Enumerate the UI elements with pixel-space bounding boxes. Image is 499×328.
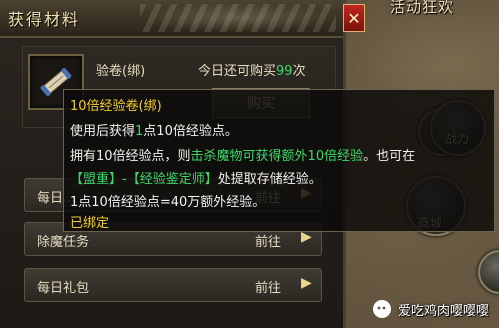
purchase-limit-prefix: 今日还可购买: [198, 64, 277, 79]
close-button[interactable]: ✕: [343, 4, 365, 32]
tooltip-line: 1点10倍经验点=40万额外经验。: [70, 195, 266, 210]
tooltip-title: 10倍经验卷(绑): [70, 99, 162, 114]
item-tooltip: 10倍经验卷(绑) 使用后获得1点10倍经验点。 拥有10倍经验点，则击杀魔物可…: [63, 89, 495, 232]
tooltip-text: 处提取存储经验。: [217, 172, 322, 187]
wechat-icon: [373, 300, 391, 318]
list-item-label: 每日礼包: [37, 281, 90, 296]
misc-icon[interactable]: [478, 250, 499, 294]
tooltip-text: 。也可在: [363, 149, 416, 164]
tooltip-line: 【盟重】-【经验鉴定师】处提取存储经验。: [70, 168, 322, 187]
title-bar: 获得材料: [0, 0, 343, 38]
watermark: 爱吃鸡肉嘤嘤嘤: [372, 299, 489, 319]
event-carnival-label[interactable]: 活动狂欢: [390, 0, 454, 17]
goto-button[interactable]: 前往: [255, 277, 281, 296]
bound-status: 已绑定: [70, 216, 110, 231]
item-name: 验卷(绑): [96, 64, 146, 79]
arrow-right-icon: ▶: [301, 275, 312, 291]
tooltip-text: 点10倍经验点。: [143, 124, 238, 139]
list-item-label: 除魔任务: [37, 235, 90, 250]
panel-title: 获得材料: [8, 10, 81, 29]
tooltip-highlight: 击杀魔物可获得额外10倍经验: [190, 149, 364, 164]
tooltip-line: 使用后获得1点10倍经验点。: [70, 120, 238, 139]
list-item[interactable]: 每日礼包 前往 ▶: [24, 268, 322, 302]
purchase-limit-suffix: 次: [292, 64, 306, 79]
tooltip-text: 拥有10倍经验点，则: [70, 149, 191, 164]
tooltip-highlight: 【盟重】-【经验鉴定师】: [70, 172, 218, 187]
goto-button[interactable]: 前往: [255, 231, 281, 250]
tooltip-line: 拥有10倍经验点，则击杀魔物可获得额外10倍经验。也可在: [70, 145, 415, 164]
purchase-limit-count: 99: [276, 64, 293, 79]
watermark-text: 爱吃鸡肉嘤嘤嘤: [398, 303, 490, 319]
title-ornament: [140, 4, 336, 32]
tooltip-text: 使用后获得: [70, 124, 136, 139]
purchase-limit: 今日还可购买99次: [198, 60, 306, 79]
